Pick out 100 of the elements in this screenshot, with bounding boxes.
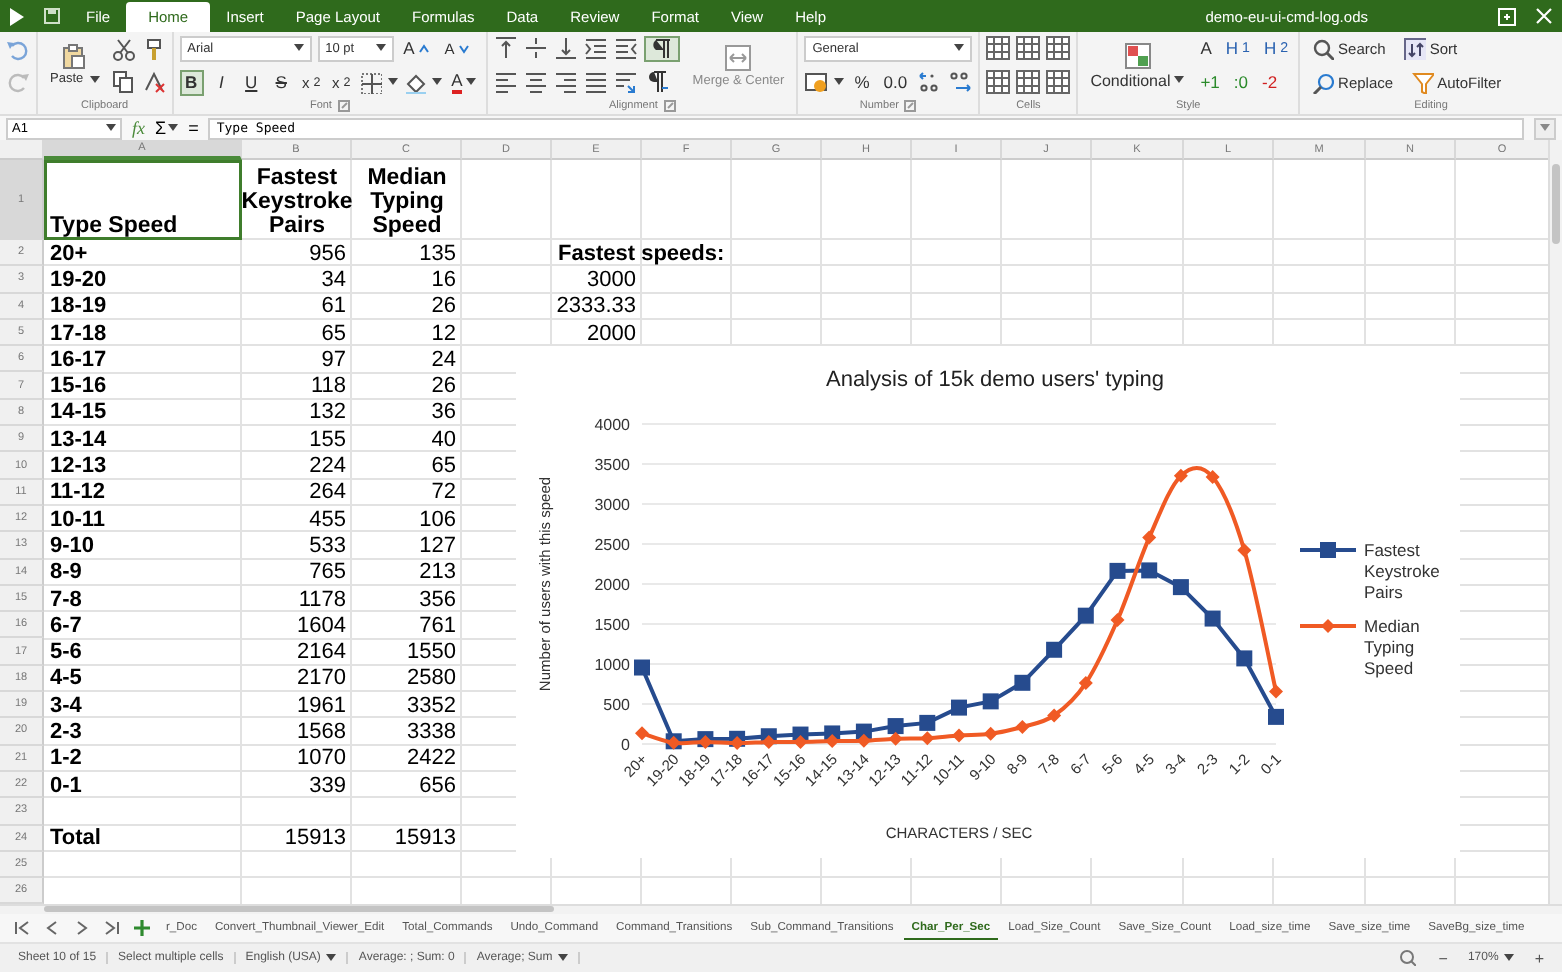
sheet-cell[interactable]: 12-13 (44, 452, 242, 480)
sheet-cell[interactable]: 155 (242, 426, 352, 453)
sheet-cell[interactable]: 356 (352, 585, 462, 613)
expand-icon[interactable] (1540, 124, 1550, 132)
table-icon[interactable] (1016, 70, 1041, 94)
table-icon[interactable] (986, 70, 1011, 94)
sheet-cell[interactable]: 3352 (352, 692, 462, 719)
sheet-cell[interactable]: 15-16 (44, 372, 242, 400)
align-bottom-icon[interactable] (554, 36, 579, 60)
sheet-cell[interactable]: 12 (352, 319, 462, 347)
sheet-cell[interactable]: 1550 (352, 638, 462, 666)
sheet-cell[interactable]: 17-18 (44, 319, 242, 347)
sheet-cell[interactable]: 106 (352, 505, 462, 533)
outdent-icon[interactable] (614, 36, 639, 60)
align-middle-icon[interactable] (524, 36, 549, 60)
sheet-cell[interactable]: 5-6 (44, 638, 242, 666)
function-button[interactable]: fx (132, 118, 145, 138)
grow-font-button[interactable]: A (399, 35, 435, 61)
style-button[interactable]: :0 (1229, 69, 1253, 95)
sheet-cell[interactable]: 15913 (242, 825, 352, 852)
equals-button[interactable]: = (188, 118, 199, 138)
caret-icon[interactable] (89, 75, 100, 83)
sheet-cell[interactable]: 16-17 (44, 346, 242, 373)
sheet-cell[interactable]: Median Typing Speed (352, 160, 462, 240)
table-icon[interactable] (1046, 70, 1071, 94)
sheet-cell[interactable]: 1604 (242, 612, 352, 639)
sheet-cell[interactable]: 6-7 (44, 612, 242, 639)
sheet-cell[interactable]: 761 (352, 612, 462, 639)
sheet-cell[interactable]: 455 (242, 505, 352, 533)
sheet-cell[interactable]: 2580 (352, 665, 462, 693)
caret-icon[interactable] (293, 44, 304, 52)
table-icon[interactable] (1016, 36, 1041, 60)
caret-icon[interactable] (375, 44, 386, 52)
add-sheet-icon[interactable] (134, 920, 150, 936)
format-button[interactable]: I (209, 69, 234, 95)
sheet-cell[interactable]: 13-14 (44, 426, 242, 453)
sheet-cell[interactable]: 14-15 (44, 399, 242, 427)
sheet-cell[interactable]: 65 (242, 319, 352, 347)
restore-icon[interactable] (1498, 7, 1516, 25)
style-button[interactable]: +1 (1196, 69, 1224, 95)
percent-button[interactable]: % (850, 69, 874, 95)
sheet-cell[interactable]: 224 (242, 452, 352, 480)
currency-icon[interactable] (804, 70, 829, 94)
caret-icon[interactable] (431, 78, 442, 86)
zoom-icon[interactable] (1400, 950, 1417, 966)
sheet-cell[interactable]: 264 (242, 479, 352, 506)
launcher-icon[interactable] (904, 100, 917, 112)
first-sheet-icon[interactable] (14, 920, 30, 936)
sheet-cell[interactable]: 533 (242, 532, 352, 560)
caret-icon[interactable] (1174, 76, 1185, 84)
sheet-cell[interactable]: Total (44, 825, 242, 852)
sheet-cell[interactable]: 1-2 (44, 745, 242, 772)
table-icon[interactable] (986, 36, 1011, 60)
sheet-cell[interactable]: 19-20 (44, 266, 242, 294)
clipboard-icon[interactable] (62, 44, 87, 70)
align-top-icon[interactable] (494, 36, 519, 60)
caret-icon[interactable] (834, 78, 845, 86)
paragraph-icon[interactable] (644, 70, 669, 94)
sheet-cell[interactable]: 72 (352, 479, 462, 506)
justify-icon[interactable] (584, 70, 609, 94)
sheet-cell[interactable]: 339 (242, 771, 352, 799)
caret-icon[interactable] (106, 124, 116, 132)
align-right-icon[interactable] (554, 70, 579, 94)
next-sheet-icon[interactable] (74, 920, 90, 936)
last-sheet-icon[interactable] (104, 920, 120, 936)
caret-icon[interactable] (466, 78, 477, 86)
sheet-cell[interactable]: 1070 (242, 745, 352, 772)
fill-color-icon[interactable] (403, 71, 426, 93)
sheet-cell[interactable]: 2170 (242, 665, 352, 693)
close-icon[interactable] (1536, 8, 1552, 24)
align-center-icon[interactable] (524, 70, 549, 94)
sheet-cell[interactable]: Fastest Keystroke Pairs (242, 160, 352, 240)
sheet-cell[interactable]: 11-12 (44, 479, 242, 506)
sheet-cell[interactable]: 97 (242, 346, 352, 373)
caret-icon[interactable] (558, 954, 569, 962)
sheet-cell[interactable]: 118 (242, 372, 352, 400)
sheet-cell[interactable]: Type Speed (44, 160, 242, 240)
sheet-cell[interactable]: 40 (352, 426, 462, 453)
caret-icon[interactable] (387, 78, 398, 86)
format-button[interactable]: U (239, 69, 264, 95)
style-button[interactable]: A (1196, 35, 1216, 61)
sheet-cell[interactable]: 16 (352, 266, 462, 294)
font-color-button[interactable]: A (447, 69, 481, 95)
shrink-text-icon[interactable] (614, 70, 639, 94)
sheet-cell[interactable]: 18-19 (44, 293, 242, 320)
sheet-cell[interactable]: 20+ (44, 240, 242, 267)
sheet-cell[interactable]: 4-5 (44, 665, 242, 693)
sheet-cell[interactable]: 9-10 (44, 532, 242, 560)
sheet-cell[interactable]: 15913 (352, 825, 462, 852)
caret-icon[interactable] (168, 124, 179, 132)
sheet-cell[interactable]: 2-3 (44, 718, 242, 746)
wrap-text-button[interactable] (644, 35, 681, 61)
sum-button[interactable]: Σ (155, 118, 179, 138)
sheet-cell[interactable]: 127 (352, 532, 462, 560)
sheet-cell[interactable]: 1961 (242, 692, 352, 719)
sheet-cell[interactable]: 36 (352, 399, 462, 427)
sheet-cell[interactable]: 2164 (242, 638, 352, 666)
sheet-cell[interactable]: 65 (352, 452, 462, 480)
format-button[interactable]: S (269, 69, 294, 95)
sheet-cell[interactable]: 3-4 (44, 692, 242, 719)
